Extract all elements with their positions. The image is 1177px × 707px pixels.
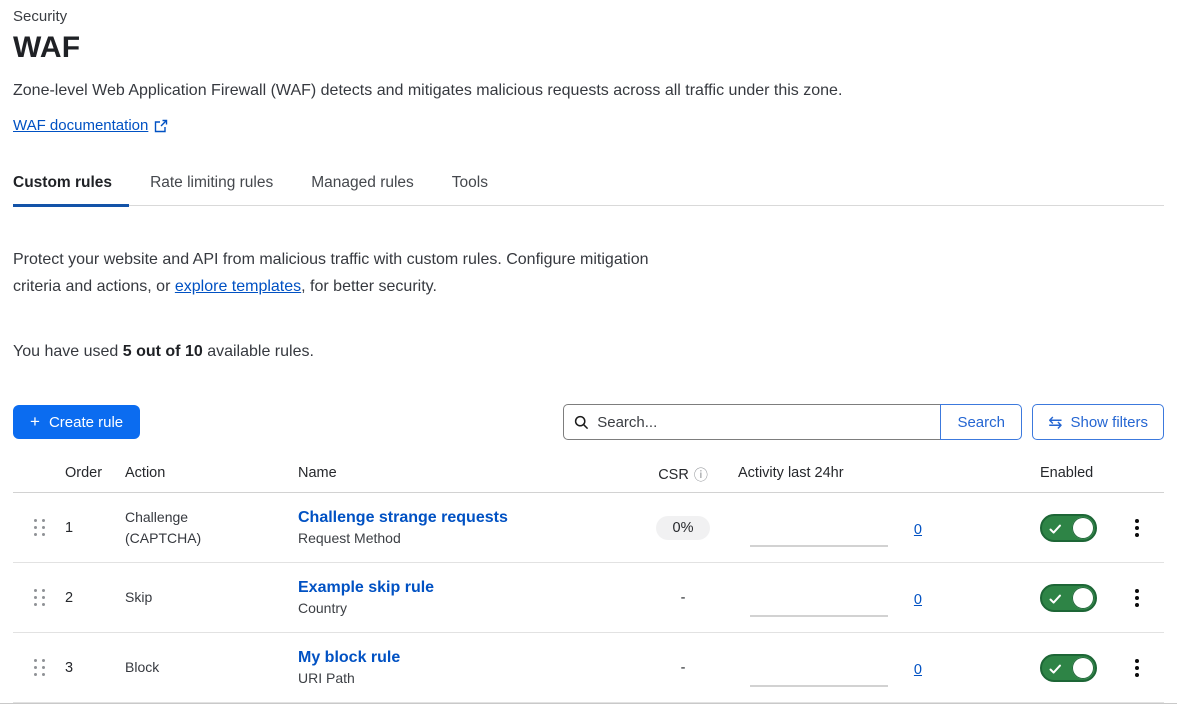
activity-sparkline bbox=[750, 545, 888, 547]
rule-field: URI Path bbox=[298, 670, 628, 686]
activity-count-link[interactable]: 0 bbox=[914, 592, 922, 608]
activity-cell: 0 bbox=[738, 633, 940, 702]
activity-sparkline bbox=[750, 685, 888, 687]
external-link-icon bbox=[154, 119, 168, 133]
search-box bbox=[563, 404, 940, 440]
search-input[interactable] bbox=[597, 414, 930, 431]
table-row: 2 Skip Example skip rule Country - 0 bbox=[13, 563, 1164, 633]
create-rule-button[interactable]: + Create rule bbox=[13, 405, 140, 439]
header-enabled: Enabled bbox=[940, 465, 1110, 481]
activity-cell: 0 bbox=[738, 493, 940, 562]
enabled-toggle[interactable] bbox=[1040, 654, 1097, 682]
tab-tools[interactable]: Tools bbox=[452, 164, 505, 205]
header-activity: Activity last 24hr bbox=[738, 465, 940, 481]
toggle-knob bbox=[1072, 517, 1094, 539]
activity-count-link[interactable]: 0 bbox=[914, 662, 922, 678]
csr-value: - bbox=[681, 590, 686, 606]
page-title: WAF bbox=[13, 31, 1164, 65]
rule-name-link[interactable]: My block rule bbox=[298, 649, 628, 667]
activity-count-link[interactable]: 0 bbox=[914, 522, 922, 538]
tab-custom-rules[interactable]: Custom rules bbox=[13, 164, 129, 205]
breadcrumb-security: Security bbox=[13, 8, 1164, 25]
show-filters-button[interactable]: ⇆ Show filters bbox=[1032, 404, 1164, 440]
search-button[interactable]: Search bbox=[940, 404, 1022, 440]
table-row: 1 Challenge (CAPTCHA) Challenge strange … bbox=[13, 493, 1164, 563]
activity-cell: 0 bbox=[738, 563, 940, 632]
csr-value: - bbox=[681, 660, 686, 676]
tab-rate-limiting-rules[interactable]: Rate limiting rules bbox=[150, 164, 290, 205]
rule-name-link[interactable]: Challenge strange requests bbox=[298, 509, 628, 527]
kebab-menu-icon[interactable] bbox=[1127, 515, 1147, 541]
table-bottom-border bbox=[0, 703, 1177, 704]
usage-count: 5 out of 10 bbox=[123, 343, 203, 360]
table-row: 3 Block My block rule URI Path - 0 bbox=[13, 633, 1164, 703]
drag-handle-icon[interactable] bbox=[30, 585, 49, 610]
enabled-toggle[interactable] bbox=[1040, 514, 1097, 542]
intro-line1: Protect your website and API from malici… bbox=[13, 246, 1164, 273]
rule-field: Request Method bbox=[298, 530, 628, 546]
check-icon bbox=[1049, 522, 1062, 540]
rule-name-cell: My block rule URI Path bbox=[298, 649, 628, 686]
swap-arrows-icon: ⇆ bbox=[1048, 414, 1062, 431]
rule-action: Block bbox=[125, 657, 298, 678]
rules-toolbar: + Create rule Search ⇆ Show filt bbox=[13, 405, 1164, 439]
kebab-menu-icon[interactable] bbox=[1127, 585, 1147, 611]
header-order: Order bbox=[65, 465, 125, 481]
tab-managed-rules[interactable]: Managed rules bbox=[311, 164, 431, 205]
toggle-knob bbox=[1072, 587, 1094, 609]
rule-field: Country bbox=[298, 600, 628, 616]
intro-paragraph: Protect your website and API from malici… bbox=[13, 246, 1164, 300]
rule-action: Challenge (CAPTCHA) bbox=[125, 507, 298, 549]
drag-handle-icon[interactable] bbox=[30, 655, 49, 680]
csr-badge: 0% bbox=[656, 516, 711, 540]
check-icon bbox=[1049, 662, 1062, 680]
search-group: Search bbox=[563, 404, 1022, 440]
header-csr: CSR bbox=[658, 467, 689, 483]
activity-sparkline bbox=[750, 615, 888, 617]
rules-table: Order Action Name CSR ⓘ Activity last 24… bbox=[13, 465, 1164, 704]
intro-line2: criteria and actions, or explore templat… bbox=[13, 273, 1164, 300]
waf-documentation-link[interactable]: WAF documentation bbox=[13, 117, 148, 134]
plus-icon: + bbox=[30, 412, 40, 432]
kebab-menu-icon[interactable] bbox=[1127, 655, 1147, 681]
usage-summary: You have used 5 out of 10 available rule… bbox=[13, 343, 1164, 361]
rule-action: Skip bbox=[125, 587, 298, 608]
drag-handle-icon[interactable] bbox=[30, 515, 49, 540]
rule-order: 3 bbox=[65, 660, 125, 676]
table-header-row: Order Action Name CSR ⓘ Activity last 24… bbox=[13, 465, 1164, 493]
waf-page: Security WAF Zone-level Web Application … bbox=[0, 0, 1177, 704]
header-name: Name bbox=[298, 465, 628, 481]
explore-templates-link[interactable]: explore templates bbox=[175, 278, 301, 295]
rule-name-cell: Challenge strange requests Request Metho… bbox=[298, 509, 628, 546]
rule-name-cell: Example skip rule Country bbox=[298, 579, 628, 616]
toggle-knob bbox=[1072, 657, 1094, 679]
page-description: Zone-level Web Application Firewall (WAF… bbox=[13, 82, 1164, 100]
rule-order: 2 bbox=[65, 590, 125, 606]
search-icon bbox=[574, 415, 589, 430]
info-icon[interactable]: ⓘ bbox=[694, 465, 708, 485]
rule-order: 1 bbox=[65, 520, 125, 536]
enabled-toggle[interactable] bbox=[1040, 584, 1097, 612]
tab-bar: Custom rules Rate limiting rules Managed… bbox=[13, 164, 1164, 206]
header-action: Action bbox=[125, 465, 298, 481]
rule-name-link[interactable]: Example skip rule bbox=[298, 579, 628, 597]
check-icon bbox=[1049, 592, 1062, 610]
